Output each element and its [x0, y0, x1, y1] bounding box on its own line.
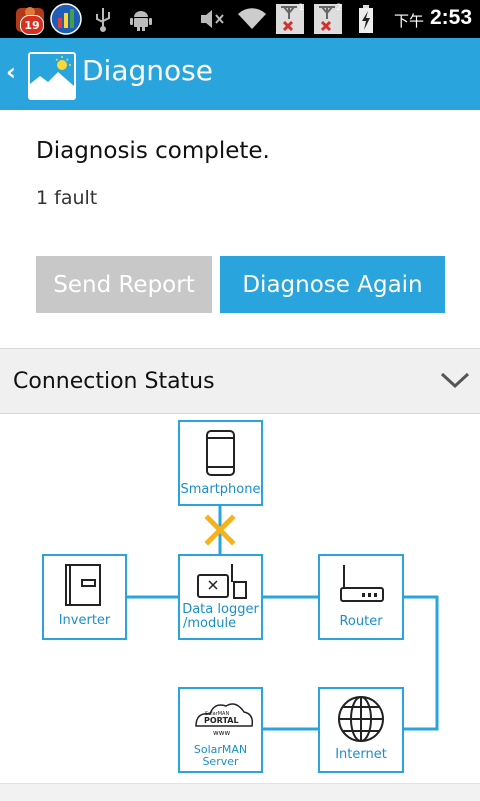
- solarman-label-line2: Server: [202, 755, 239, 768]
- page-title: Diagnose: [82, 54, 213, 87]
- sim1-label: 1: [298, 3, 304, 13]
- mute-icon: [198, 5, 228, 33]
- diagnosis-status: Diagnosis complete.: [36, 138, 270, 164]
- internet-label: Internet: [335, 747, 387, 762]
- globe-icon: [338, 696, 384, 742]
- chart-app-icon: [48, 1, 84, 37]
- connection-status-title: Connection Status: [13, 369, 215, 394]
- usb-icon: [92, 5, 114, 33]
- action-bar: ‹ Diagnose: [0, 38, 480, 110]
- sim2-label: 2: [336, 3, 342, 13]
- battery-charging-icon: [356, 5, 376, 33]
- diagnose-again-button[interactable]: Diagnose Again: [220, 256, 445, 313]
- router-label: Router: [339, 614, 383, 629]
- back-icon[interactable]: ‹: [6, 58, 16, 86]
- data-logger-label-line1: Data logger: [182, 602, 259, 617]
- app-logo-icon[interactable]: [28, 52, 76, 100]
- data-logger-label-line2: /module: [183, 616, 237, 631]
- clock: 2:53: [429, 6, 472, 29]
- wifi-icon: [236, 5, 268, 33]
- portal-www-text: www: [213, 729, 231, 737]
- smartphone-label: Smartphone: [180, 482, 261, 497]
- portal-text: PORTAL: [204, 716, 239, 725]
- android-debug-icon: [128, 5, 154, 33]
- send-report-button[interactable]: Send Report: [36, 256, 212, 313]
- footer-strip: [0, 783, 480, 801]
- inverter-label: Inverter: [58, 613, 111, 628]
- fault-summary: 1 fault: [36, 187, 98, 209]
- status-bar: 19 1 2 下午 2:53: [0, 0, 480, 38]
- chevron-down-icon[interactable]: [440, 371, 470, 393]
- connection-status-header[interactable]: Connection Status: [0, 348, 480, 414]
- am-pm-label: 下午: [393, 12, 424, 30]
- connection-diagram: Smartphone Inverter Data logger /module …: [0, 414, 480, 784]
- notification-count-badge: 19: [20, 15, 44, 35]
